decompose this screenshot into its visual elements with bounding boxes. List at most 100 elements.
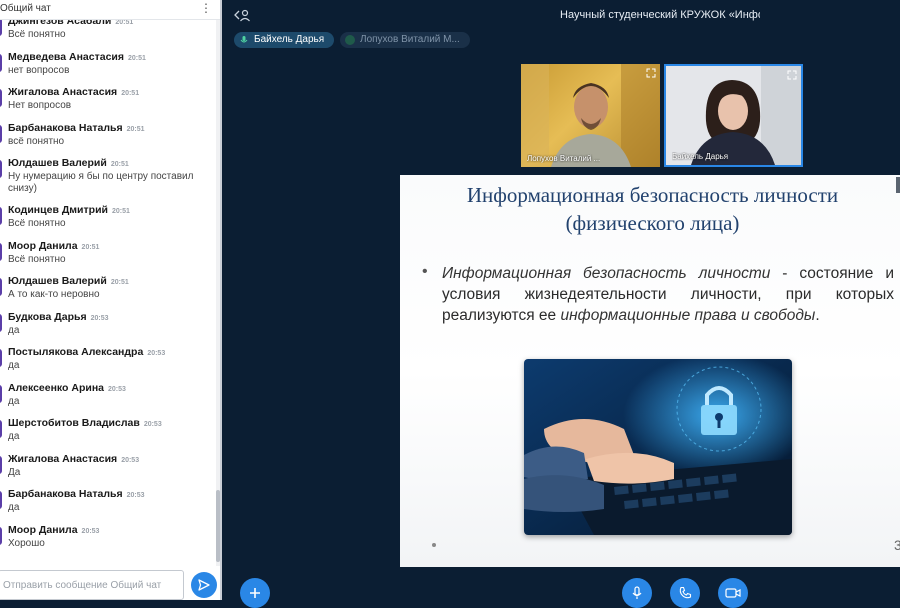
video-tile-host[interactable]: Лопухов Виталий ... bbox=[521, 64, 660, 167]
chat-scrollbar-thumb[interactable] bbox=[216, 490, 220, 562]
call-button[interactable] bbox=[670, 578, 700, 608]
bullet-dash: - bbox=[770, 265, 800, 282]
expand-icon[interactable] bbox=[646, 68, 656, 78]
message-text: А то как-то неровно bbox=[8, 289, 100, 300]
phone-icon bbox=[679, 586, 692, 599]
chat-message: Юлдашев Валерий 20:51 Ну нумерацию я бы по… bbox=[0, 157, 214, 204]
message-time: 20:53 bbox=[143, 421, 162, 428]
message-time: 20:53 bbox=[81, 527, 100, 535]
message-text: да bbox=[8, 502, 20, 513]
message-time: 20:51 bbox=[111, 208, 130, 215]
message-time: 20:51 bbox=[81, 243, 100, 251]
chat-message: Жигалова Анастасия 20:53 Да bbox=[0, 453, 214, 489]
video-tile-name: Лопухов Виталий ... bbox=[527, 154, 601, 163]
message-text: да bbox=[8, 395, 20, 407]
chat-scrollbar[interactable] bbox=[216, 20, 220, 566]
message-text: Всё понятно bbox=[8, 253, 66, 265]
message-header: Барбанакова Наталья 20:51 bbox=[8, 122, 214, 134]
message-header: Медведева Анастасия 20:51 bbox=[8, 51, 214, 63]
message-text: да bbox=[8, 324, 20, 336]
message-author: Жигалова Анастасия bbox=[8, 452, 118, 465]
message-time: 20:53 bbox=[90, 314, 109, 322]
message-author: Моор Данила bbox=[8, 523, 78, 536]
message-text: да bbox=[8, 360, 20, 371]
message-time: 20:53 bbox=[121, 456, 140, 464]
presentation-slide: Информационная безопасность личности (фи… bbox=[400, 175, 900, 567]
message-author: Будкова Дарья bbox=[8, 310, 87, 323]
message-time: 20:53 bbox=[108, 385, 126, 393]
participant-chip[interactable]: Лопухов Виталий М... bbox=[340, 32, 470, 48]
message-header: Постылякова Александра 20:53 bbox=[8, 346, 214, 358]
message-header: Джингезов Асабали 20:51 bbox=[8, 20, 214, 27]
message-header: Будкова Дарья 20:53 bbox=[8, 311, 214, 323]
message-text: Хорошо bbox=[8, 537, 45, 549]
message-author: Медведева Анастасия bbox=[8, 50, 124, 63]
message-header: Юлдашев Валерий 20:51 bbox=[8, 157, 214, 169]
slide-bullet-text: Информационная безопасность личности - с… bbox=[424, 263, 894, 326]
participant-chip-label: Лопухов Виталий М... bbox=[360, 34, 460, 45]
chat-panel: Общий чат ⋮ Джингезов Асабали 20:51 Всё по… bbox=[0, 0, 222, 600]
participant-video bbox=[666, 66, 801, 165]
chat-message-input[interactable] bbox=[0, 570, 184, 600]
cybersecurity-image bbox=[524, 359, 792, 535]
message-time: 20:51 bbox=[115, 20, 134, 26]
speaker-chip-label: Байхель Дарья bbox=[254, 34, 325, 45]
send-icon bbox=[198, 579, 210, 591]
microphone-button[interactable] bbox=[622, 578, 652, 608]
message-header: Шерстобитов Владислав 20:53 bbox=[8, 417, 214, 429]
message-header: Кодинцев Дмитрий 20:51 bbox=[8, 204, 214, 216]
message-author: Юлдашев Валерий bbox=[8, 275, 107, 287]
message-list[interactable]: Джингезов Асабали 20:51 Всё понятно Медведе… bbox=[0, 20, 214, 566]
meeting-title: Научный студенческий КРУЖОК «Инфо�... bbox=[560, 9, 760, 21]
padlock-keyboard-illustration bbox=[524, 359, 792, 535]
expand-icon[interactable] bbox=[787, 70, 797, 80]
chat-message: Алексеенко Арина 20:53 да bbox=[0, 382, 214, 418]
message-header: Жигалова Анастасия 20:53 bbox=[8, 453, 214, 465]
slide-marker bbox=[432, 543, 436, 547]
message-author: Кодинцев Дмитрий bbox=[8, 204, 108, 216]
message-author: Шерстобитов Владислав bbox=[8, 417, 140, 429]
message-header: Моор Данила 20:51 bbox=[8, 240, 214, 252]
more-options-icon[interactable]: ⋮ bbox=[200, 1, 212, 15]
message-time: 20:53 bbox=[126, 492, 145, 499]
slide-edge-marker bbox=[896, 177, 900, 193]
message-author: Жигалова Анастасия bbox=[8, 86, 118, 98]
message-text: Всё понятно bbox=[8, 218, 66, 229]
chat-message: Медведева Анастасия 20:51 нет вопросов bbox=[0, 51, 214, 87]
camera-icon bbox=[725, 588, 741, 598]
bullet-term: Информационная безопасность личности bbox=[442, 265, 771, 282]
send-button[interactable] bbox=[191, 572, 217, 598]
message-author: Юлдашев Валерий bbox=[8, 157, 107, 169]
leave-icon[interactable] bbox=[234, 8, 250, 22]
slide-title-line-2: (физического лица) bbox=[565, 211, 740, 235]
chat-message: Кодинцев Дмитрий 20:51 Всё понятно bbox=[0, 204, 214, 240]
message-author: Постылякова Александра bbox=[8, 346, 144, 358]
message-author: Моор Данила bbox=[8, 239, 78, 252]
chat-message: Юлдашев Валерий 20:51 А то как-то неровно bbox=[0, 275, 214, 311]
camera-button[interactable] bbox=[718, 578, 748, 608]
message-author: Барбанакова Наталья bbox=[8, 488, 123, 500]
message-text: Нет вопросов bbox=[8, 100, 72, 111]
slide-title: Информационная безопасность личности (фи… bbox=[410, 181, 895, 237]
message-author: Алексеенко Арина bbox=[8, 381, 105, 394]
chat-message: Будкова Дарья 20:53 да bbox=[0, 311, 214, 347]
active-speaker-chip[interactable]: Байхель Дарья bbox=[234, 32, 334, 48]
add-action-button[interactable] bbox=[240, 578, 270, 608]
chat-message: Моор Данила 20:53 Хорошо bbox=[0, 524, 214, 560]
slide-title-line-1: Информационная безопасность личности bbox=[466, 183, 839, 207]
message-text: Ну нумерацию я бы по центру поставил сни… bbox=[8, 171, 194, 194]
slide-page-number: 3 bbox=[894, 537, 900, 553]
chat-message: Шерстобитов Владислав 20:53 да bbox=[0, 417, 214, 453]
message-author: Джингезов Асабали bbox=[8, 20, 112, 27]
plus-icon bbox=[250, 588, 260, 598]
message-header: Юлдашев Валерий 20:51 bbox=[8, 275, 214, 287]
message-time: 20:51 bbox=[110, 161, 129, 168]
chat-message: Моор Данила 20:51 Всё понятно bbox=[0, 240, 214, 276]
bullet-emphasis: информационные права и свободы bbox=[560, 307, 816, 324]
participant-video bbox=[521, 64, 660, 167]
message-time: 20:51 bbox=[121, 90, 140, 97]
video-tile-presenter[interactable]: Байхель Дарья bbox=[664, 64, 803, 167]
chat-message: Жигалова Анастасия 20:51 Нет вопросов bbox=[0, 86, 214, 122]
message-text: Да bbox=[8, 466, 21, 478]
chat-message: Джингезов Асабали 20:51 Всё понятно bbox=[0, 20, 214, 51]
